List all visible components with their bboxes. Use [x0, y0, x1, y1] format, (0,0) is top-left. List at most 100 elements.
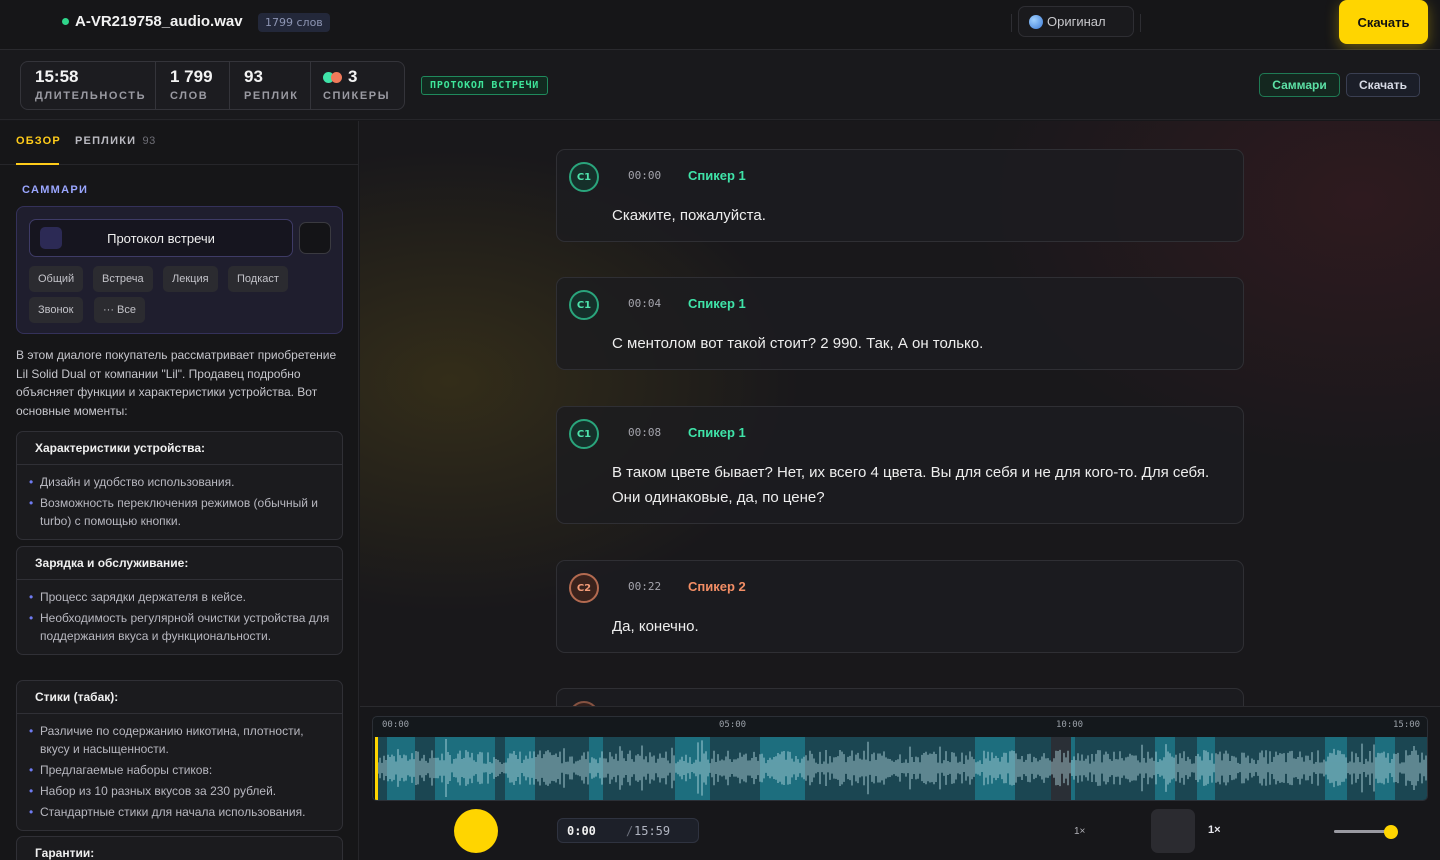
message-text: С ментолом вот такой стоит? 2 990. Так, … [612, 335, 984, 352]
transcript-message[interactable]: C1 00:08 Спикер 1 В таком цвете бывает? … [556, 406, 1244, 524]
loop-button[interactable] [1151, 809, 1195, 853]
timeline-tick: 15:00 [1393, 720, 1421, 730]
language-button[interactable]: Оригинал [1018, 6, 1134, 37]
topic-item: Необходимость регулярной очистки устройс… [29, 609, 330, 645]
topic-title: Стики (табак): [17, 681, 342, 714]
transcript-area: C1 00:00 Спикер 1 Скажите, пожалуйста. C… [360, 121, 1440, 706]
time-display: 0:00 / 15:59 [557, 818, 699, 843]
language-label: Оригинал [1047, 14, 1106, 29]
time-separator: / [626, 824, 634, 838]
topic-title: Гарантии: [35, 846, 95, 860]
preset-icon [40, 227, 62, 249]
message-timestamp[interactable]: 00:08 [628, 426, 661, 439]
preset-selected-label: Протокол встречи [107, 230, 215, 246]
topic-title: Зарядка и обслуживание: [17, 547, 342, 580]
preset-select[interactable]: Протокол встречи [29, 219, 293, 257]
tab-replies-count: 93 [142, 135, 156, 147]
transcript-message[interactable]: C1 00:04 Спикер 1 С ментолом вот такой с… [556, 277, 1244, 370]
download-button[interactable]: Скачать [1339, 0, 1428, 44]
topic-list: Процесс зарядки держателя в кейсе. Необх… [17, 580, 342, 654]
volume-knob[interactable] [1384, 825, 1398, 839]
sidebar-tabs: ОБЗОР РЕПЛИКИ 93 [0, 121, 358, 165]
message-speaker[interactable]: Спикер 1 [688, 168, 746, 183]
stat-speakers-value: 3 [323, 68, 390, 86]
topic-item: Набор из 10 разных вкусов за 230 рублей. [29, 782, 330, 800]
top-bar: A-VR219758_audio.wav 1799 слов Оригинал … [0, 0, 1440, 50]
message-timestamp[interactable]: 00:22 [628, 580, 661, 593]
speaker-count: 3 [348, 67, 358, 86]
preset-chip-lecture[interactable]: Лекция [163, 266, 218, 292]
stat-replies-label: РЕПЛИК [244, 90, 299, 102]
timeline-tick: 10:00 [1056, 720, 1084, 730]
file-name: A-VR219758_audio.wav [75, 13, 243, 30]
message-speaker[interactable]: Спикер 1 [688, 296, 746, 311]
status-dot-icon [62, 18, 69, 25]
topic-item: Предлагаемые наборы стиков: [29, 761, 330, 779]
sidebar: ОБЗОР РЕПЛИКИ 93 САММАРИ Протокол встреч… [0, 121, 359, 860]
message-timestamp[interactable]: 00:04 [628, 297, 661, 310]
waveform[interactable] [375, 737, 1427, 800]
speaker-avatar: C1 [569, 419, 599, 449]
summary-button[interactable]: Саммари [1259, 73, 1340, 97]
preset-chip-podcast[interactable]: Подкаст [228, 266, 288, 292]
message-text: Да, конечно. [612, 618, 699, 635]
topic-item: Возможность переключения режимов (обычны… [29, 494, 330, 530]
speed-indicator[interactable]: 1× [1074, 826, 1085, 837]
topic-item: Процесс зарядки держателя в кейсе. [29, 588, 330, 606]
stat-duration-value: 15:58 [35, 67, 79, 86]
message-timestamp[interactable]: 00:00 [628, 169, 661, 182]
stats-panel: 15:58 ДЛИТЕЛЬНОСТЬ 1 799 СЛОВ 93 РЕПЛИК … [20, 61, 405, 110]
preset-chip-general[interactable]: Общий [29, 266, 84, 292]
stat-replies-value: 93 [244, 67, 263, 86]
active-tab-indicator [16, 163, 59, 165]
audio-player: 00:00 05:00 10:00 15:00 0:00 / 15:59 1× … [360, 706, 1440, 860]
tab-overview[interactable]: ОБЗОР [16, 135, 61, 147]
timeline-tick: 05:00 [719, 720, 747, 730]
topic-item: Стандартные стики для начала использован… [29, 803, 330, 821]
speaker-avatar: C2 [569, 573, 599, 603]
topic-list: Дизайн и удобство использования. Возможн… [17, 465, 342, 539]
play-button[interactable] [454, 809, 498, 853]
tab-replies[interactable]: РЕПЛИКИ 93 [75, 135, 156, 147]
speaker-avatar: C1 [569, 290, 599, 320]
stat-speakers-label: СПИКЕРЫ [323, 90, 391, 102]
topic-item: Дизайн и удобство использования. [29, 473, 330, 491]
transcript-message[interactable]: C1 00:00 Спикер 1 Скажите, пожалуйста. [556, 149, 1244, 242]
preset-chip-all[interactable]: ··· Все [94, 297, 145, 323]
transcript-message[interactable] [556, 688, 1244, 706]
divider [1011, 14, 1012, 32]
stat-duration: 15:58 ДЛИТЕЛЬНОСТЬ [21, 62, 156, 109]
globe-icon [1029, 14, 1043, 29]
topic-title: Характеристики устройства: [17, 432, 342, 465]
topic-card: Гарантии: [16, 836, 343, 860]
tab-replies-label: РЕПЛИКИ [75, 135, 137, 147]
preset-chip-call[interactable]: Звонок [29, 297, 83, 323]
preset-chip-meeting[interactable]: Встреча [93, 266, 153, 292]
waveform-timeline[interactable]: 00:00 05:00 10:00 15:00 [372, 716, 1428, 801]
topic-list: Различие по содержанию никотина, плотнос… [17, 714, 342, 830]
volume-fill [1334, 830, 1388, 833]
timeline-tick: 00:00 [382, 720, 410, 730]
speaker-dots-icon [323, 71, 342, 83]
volume-slider[interactable] [1334, 830, 1390, 833]
topic-card: Характеристики устройства: Дизайн и удоб… [16, 431, 343, 540]
summary-intro: В этом диалоге покупатель рассматривает … [16, 348, 337, 419]
divider [1140, 14, 1141, 32]
topic-card: Стики (табак): Различие по содержанию ни… [16, 680, 343, 831]
current-time: 0:00 [567, 824, 596, 838]
stat-speakers: 3 СПИКЕРЫ [311, 62, 404, 109]
topic-item: Различие по содержанию никотина, плотнос… [29, 722, 330, 758]
summary-section-title: САММАРИ [22, 184, 89, 196]
word-count-badge: 1799 слов [258, 13, 330, 32]
download-secondary-button[interactable]: Скачать [1346, 73, 1420, 97]
stat-words-label: СЛОВ [170, 90, 209, 102]
message-speaker[interactable]: Спикер 1 [688, 425, 746, 440]
preset-settings-button[interactable] [299, 222, 331, 254]
stats-row: 15:58 ДЛИТЕЛЬНОСТЬ 1 799 СЛОВ 93 РЕПЛИК … [0, 50, 1440, 120]
waveform-graphic [375, 737, 1427, 800]
playback-speed-button[interactable]: 1× [1208, 824, 1221, 836]
transcript-message[interactable]: C2 00:22 Спикер 2 Да, конечно. [556, 560, 1244, 653]
message-speaker[interactable]: Спикер 2 [688, 579, 746, 594]
stat-words-value: 1 799 [170, 67, 213, 86]
protocol-badge: ПРОТОКОЛ ВСТРЕЧИ [421, 76, 549, 95]
